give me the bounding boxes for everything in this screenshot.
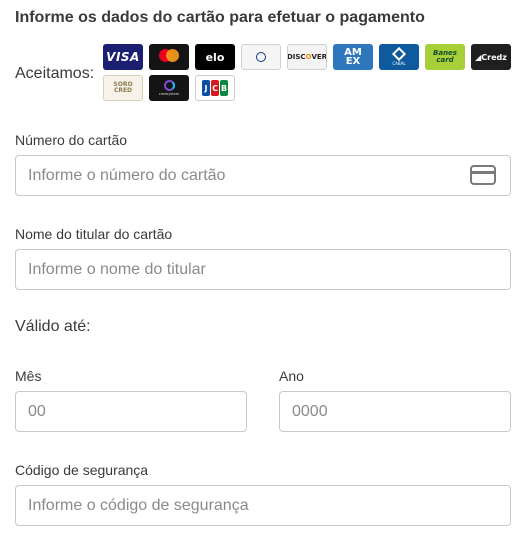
accepted-card-brands: VISA elo DISC O VER AM EX CABAL Banes card ◢…	[103, 44, 523, 101]
cabal-logo: CABAL	[379, 44, 419, 70]
amex-logo: AM EX	[333, 44, 373, 70]
elo-logo: elo	[195, 44, 235, 70]
month-input[interactable]	[15, 391, 247, 432]
credsystem-logo: credsystem	[149, 75, 189, 101]
accepted-cards-label: Aceitamos:	[15, 65, 95, 82]
holder-name-label: Nome do titular do cartão	[15, 226, 173, 242]
year-input[interactable]	[279, 391, 511, 432]
visa-logo: VISA	[103, 44, 143, 70]
year-label: Ano	[279, 368, 304, 384]
banescard-logo: Banes card	[425, 44, 465, 70]
page-title: Informe os dados do cartão para efetuar …	[15, 9, 425, 26]
sorocred-logo: SORO CRED	[103, 75, 143, 101]
holder-name-input[interactable]	[15, 249, 511, 290]
month-label: Mês	[15, 368, 42, 384]
diners-logo	[241, 44, 281, 70]
credz-logo: ◢Credz	[471, 44, 511, 70]
card-number-label: Número do cartão	[15, 132, 128, 148]
discover-logo: DISC O VER	[287, 44, 327, 70]
valid-until-label: Válido até:	[15, 318, 91, 335]
security-code-label: Código de segurança	[15, 462, 149, 478]
card-number-input[interactable]	[15, 155, 511, 196]
mastercard-logo	[149, 44, 189, 70]
jcb-logo: JCB	[195, 75, 235, 101]
security-code-input[interactable]	[15, 485, 511, 526]
credit-card-icon	[470, 165, 496, 185]
